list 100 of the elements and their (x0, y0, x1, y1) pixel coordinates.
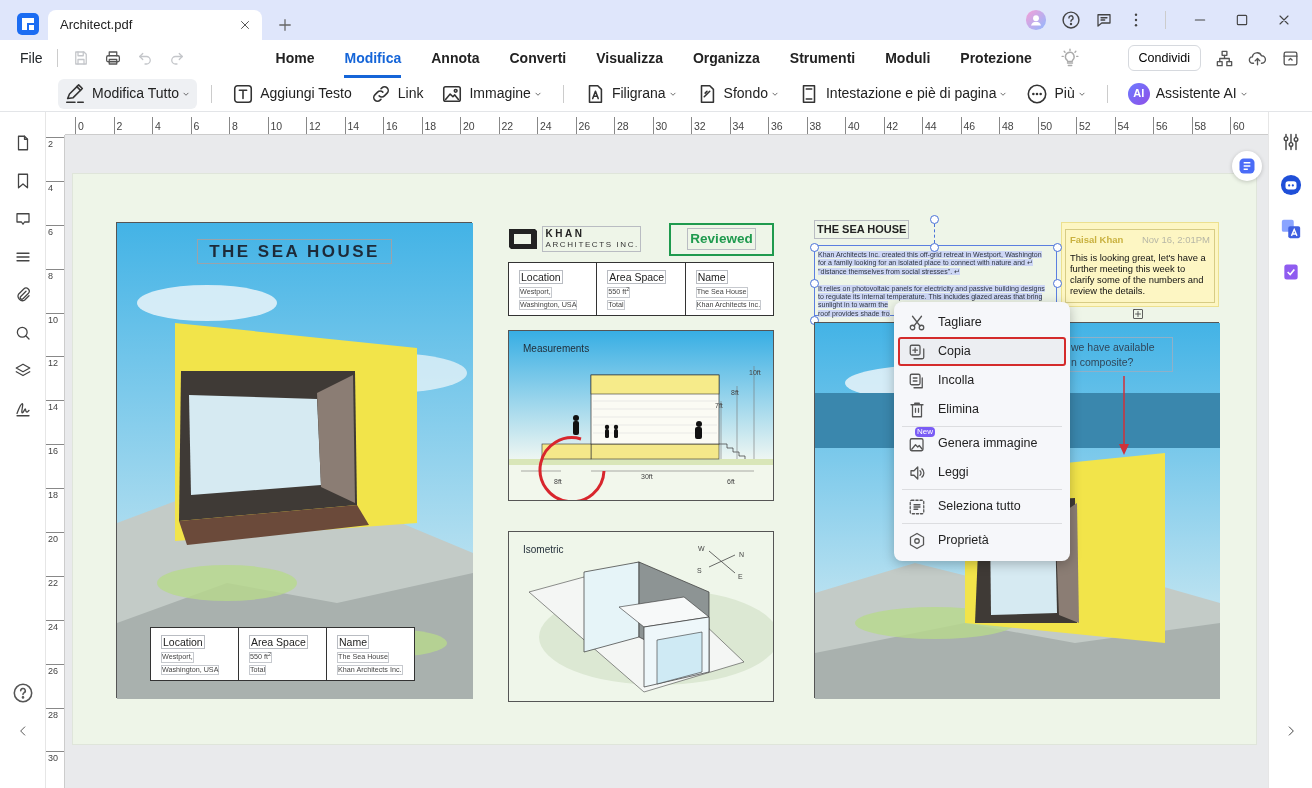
ruler-label: 28 (614, 117, 653, 134)
section-title: THE SEA HOUSE (814, 220, 910, 239)
close-tab-icon[interactable] (238, 18, 252, 32)
poster-title: THE SEA HOUSE (197, 239, 392, 264)
expand-note-icon[interactable] (1132, 308, 1144, 320)
ruler-label: 60 (1230, 117, 1268, 134)
logo-name: KHAN (545, 228, 586, 239)
note-text: This is looking great, let's have a further meeting this week to clarify some of the numbers and review the details. (1070, 252, 1207, 297)
ruler-label: 30 (46, 751, 64, 788)
hexagon-icon (908, 531, 926, 550)
trash-icon (908, 400, 926, 419)
logo-subtitle: ARCHITECTS INC. (545, 239, 637, 250)
ruler-label: 54 (1114, 117, 1153, 134)
help-icon[interactable] (1061, 10, 1081, 30)
menu-item[interactable]: Elimina (898, 395, 1066, 424)
menu-tab[interactable]: Annota (431, 41, 480, 78)
scissors-icon (908, 313, 926, 332)
toolbar-button[interactable]: AI Assistente AI (1121, 78, 1255, 109)
menu-tab[interactable]: Moduli (885, 41, 931, 78)
ruler-label: 58 (1191, 117, 1230, 134)
callout-line: n composite? (1071, 355, 1135, 370)
ruler-label: 4 (152, 117, 191, 134)
chat-icon[interactable] (1095, 11, 1113, 29)
rotate-guide (934, 224, 935, 243)
hierarchy-icon[interactable] (1215, 48, 1234, 68)
speaker-icon (908, 463, 926, 482)
ruler-label: 34 (729, 117, 768, 134)
menu-tab[interactable]: Modifica (344, 41, 402, 78)
ruler-label: 38 (806, 117, 845, 134)
resize-handle[interactable] (810, 243, 819, 252)
toolbar-button[interactable]: Link (363, 78, 430, 109)
menu-item[interactable]: Leggi (898, 458, 1066, 487)
ruler-label: 14 (344, 117, 383, 134)
tab-title: Architect.pdf (60, 16, 134, 35)
info-label: Area Space (607, 270, 667, 284)
toolbar-button[interactable]: Aggiungi Testo (226, 78, 358, 109)
menu-item[interactable]: Tagliare (898, 308, 1066, 337)
menu-item[interactable]: Seleziona tutto (898, 492, 1066, 521)
resize-handle[interactable] (810, 279, 819, 288)
translate-icon[interactable] (1279, 218, 1302, 240)
ruler-label: 44 (922, 117, 961, 134)
file-menu[interactable]: File (20, 47, 43, 69)
logo-icon (508, 227, 538, 251)
ruler-label: 16 (46, 444, 64, 489)
callout-line: we have available (1071, 340, 1156, 355)
paste-icon (908, 371, 926, 390)
signature-icon[interactable] (13, 400, 32, 418)
menu-tab[interactable]: Organizza (692, 41, 760, 78)
help-icon[interactable] (11, 682, 34, 704)
archive-icon[interactable] (1281, 48, 1300, 68)
ruler-label: 52 (1076, 117, 1115, 134)
pen-icon (64, 82, 86, 105)
toolbar-button[interactable]: Immagine (435, 78, 549, 109)
new-badge: New (915, 426, 935, 437)
maximize-icon[interactable] (1234, 12, 1250, 28)
document-tab[interactable]: Architect.pdf (48, 10, 262, 40)
toolbar-button[interactable]: Modifica Tutto (58, 78, 198, 109)
comment-icon[interactable] (13, 210, 32, 228)
resize-handle[interactable] (930, 243, 939, 252)
more-icon (1026, 82, 1049, 105)
ruler-label: 22 (46, 575, 64, 620)
text-box-icon (232, 82, 255, 105)
menu-tab[interactable]: Converti (509, 41, 567, 78)
ruler-label: 12 (46, 356, 64, 401)
ruler-label: 24 (537, 117, 576, 134)
sticky-note[interactable]: Faisal Khan Nov 16, 2:01PM This is looking great, let's have a further meeting this week to clarify some of the numbers and review the details. (1061, 222, 1219, 307)
ruler-label: 10 (267, 117, 306, 134)
menu-item[interactable]: Copia (898, 337, 1066, 366)
select-all-icon (908, 497, 926, 516)
menu-tab[interactable]: Visualizza (596, 41, 663, 78)
ruler-label: 24 (46, 619, 64, 664)
menu-item[interactable]: New Genera immagine (898, 429, 1066, 458)
ruler-label: 12 (306, 117, 345, 134)
note-author: Faisal Khan (1070, 233, 1124, 247)
info-label: Location (161, 635, 205, 649)
diagram-title: Measurements (523, 342, 590, 356)
menu-tab[interactable]: Protezione (960, 41, 1032, 78)
button-label: Aggiungi Testo (260, 84, 352, 103)
share-button[interactable]: Condividi (1127, 44, 1201, 72)
ruler-label: 26 (46, 663, 64, 708)
print-icon[interactable] (103, 49, 122, 67)
ruler-label: 0 (75, 117, 114, 134)
menu-item[interactable]: Proprietà (898, 526, 1066, 555)
rotate-handle[interactable] (930, 215, 939, 224)
ruler-label: 2 (113, 117, 152, 134)
ruler-label: 16 (383, 117, 422, 134)
toolbar-button[interactable]: Filigrana (577, 78, 684, 109)
new-tab-icon[interactable] (276, 16, 294, 34)
ruler-label: 20 (46, 532, 64, 576)
floating-action-button[interactable] (1232, 151, 1262, 181)
ruler-label: 26 (575, 117, 614, 134)
menu-tab[interactable]: Home (275, 41, 315, 78)
ruler-label: 20 (460, 117, 499, 134)
stamp-text: Reviewed (687, 227, 756, 251)
toolbar-button[interactable]: Intestazione e piè di pagina (792, 78, 1015, 109)
toolbar-button[interactable]: Più (1020, 78, 1093, 109)
robot-icon[interactable] (1279, 174, 1302, 196)
menu-tab[interactable]: Strumenti (789, 41, 856, 78)
toolbar-button[interactable]: Sfondo (689, 78, 786, 109)
menu-item[interactable]: Incolla (898, 366, 1066, 395)
